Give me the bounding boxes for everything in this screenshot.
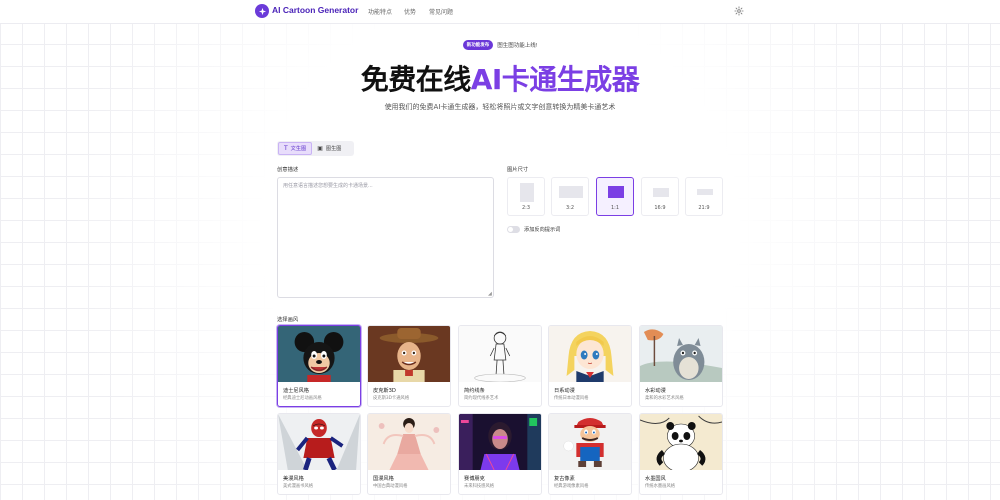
style-desc: 美式漫画书风格 xyxy=(283,484,314,489)
style-desc: 传统日本动漫风格 xyxy=(554,396,589,401)
style-card-ink-wash[interactable]: 水墨国风 传统水墨画风格 xyxy=(639,413,723,495)
style-desc: 皮克斯3D卡通风格 xyxy=(373,396,410,401)
prompt-label: 创意描述 xyxy=(277,167,299,173)
style-name: 赛博朋克 xyxy=(464,476,485,482)
ratio-preview xyxy=(653,188,669,197)
panda-thumbnail xyxy=(640,414,722,470)
ratio-preview xyxy=(520,183,534,202)
style-desc: 中国古典动漫风格 xyxy=(373,484,408,489)
mouse-character-thumbnail xyxy=(278,326,360,382)
size-option-3-2[interactable]: 3:2 xyxy=(551,177,589,216)
style-name: 水墨国风 xyxy=(645,476,666,482)
ratio-preview xyxy=(559,186,583,198)
style-desc: 未来科技感风格 xyxy=(464,484,495,489)
brand-name[interactable]: AI Cartoon Generator xyxy=(272,5,358,15)
ratio-label: 16:9 xyxy=(654,205,666,211)
size-option-2-3[interactable]: 2:3 xyxy=(507,177,545,216)
style-desc: 传统水墨画风格 xyxy=(645,484,676,489)
tab-image-to-image[interactable]: ▣ 图生图 xyxy=(312,142,346,155)
style-section-label: 选择画风 xyxy=(277,317,299,323)
ratio-label: 2:3 xyxy=(521,205,531,211)
gear-icon[interactable] xyxy=(734,6,744,16)
top-nav-bar: AI Cartoon Generator 功能特点 优势 常见问题 xyxy=(0,0,1000,24)
anime-girl-thumbnail xyxy=(549,326,631,382)
nav-advantages[interactable]: 优势 xyxy=(404,7,416,16)
style-name: 美漫风格 xyxy=(283,476,304,482)
image-icon: ▣ xyxy=(317,145,323,152)
style-name: 皮克斯3D xyxy=(373,388,396,394)
page-subtitle: 使用我们的免费AI卡通生成器，轻松将照片或文字创意转换为精美卡通艺术 xyxy=(384,103,616,111)
style-card-pixel[interactable]: 复古像素 经典游戏像素风格 xyxy=(548,413,632,495)
size-option-21-9[interactable]: 21:9 xyxy=(685,177,723,216)
plumber-thumbnail xyxy=(549,414,631,470)
tab-label: 图生图 xyxy=(325,146,342,152)
superhero-thumbnail xyxy=(278,414,360,470)
image-size-label: 图片尺寸 xyxy=(507,167,529,173)
brand-logo[interactable] xyxy=(255,4,269,18)
negative-prompt-toggle[interactable] xyxy=(507,226,520,233)
style-card-watercolor[interactable]: 水彩动漫 柔和的水彩艺术风格 xyxy=(639,325,723,407)
style-desc: 柔和的水彩艺术风格 xyxy=(645,396,684,401)
new-feature-badge: 新功能发布 xyxy=(462,40,494,50)
title-plain: 免费在线 xyxy=(360,63,472,96)
style-desc: 经典迪士尼动画风格 xyxy=(283,396,322,401)
ratio-label: 21:9 xyxy=(698,205,710,211)
ratio-preview xyxy=(608,186,624,198)
negative-prompt-label: 添加反向提示词 xyxy=(524,227,561,233)
size-option-1-1[interactable]: 1:1 xyxy=(596,177,634,216)
sparkle-icon xyxy=(258,7,266,15)
title-accent: AI卡通生成器 xyxy=(470,63,640,96)
line-art-thumbnail xyxy=(459,326,541,382)
size-option-16-9[interactable]: 16:9 xyxy=(641,177,679,216)
style-card-line-art[interactable]: 简约线条 简约现代线条艺术 xyxy=(458,325,542,407)
style-card-anime[interactable]: 日系动漫 传统日本动漫风格 xyxy=(548,325,632,407)
cyberpunk-thumbnail xyxy=(459,414,541,470)
text-icon: T xyxy=(284,145,288,152)
style-card-chinese-anime[interactable]: 国漫风格 中国古典动漫风格 xyxy=(367,413,451,495)
resize-handle-icon[interactable]: ◢ xyxy=(488,292,493,297)
style-name: 迪士尼风格 xyxy=(283,388,309,394)
style-name: 简约线条 xyxy=(464,388,485,394)
style-name: 国漫风格 xyxy=(373,476,394,482)
page: AI Cartoon Generator 功能特点 优势 常见问题 新功能发布 … xyxy=(0,0,1000,500)
style-card-pixar[interactable]: 皮克斯3D 皮克斯3D卡通风格 xyxy=(367,325,451,407)
ratio-preview xyxy=(697,189,713,195)
nav-features[interactable]: 功能特点 xyxy=(368,7,392,16)
ratio-label: 1:1 xyxy=(610,205,620,211)
nav-faq[interactable]: 常见问题 xyxy=(429,7,453,16)
ratio-label: 3:2 xyxy=(565,205,575,211)
cowboy-character-thumbnail xyxy=(368,326,450,382)
announcement-text: 图生图功能上线! xyxy=(497,43,538,49)
tab-text-to-image[interactable]: T 文生图 xyxy=(278,142,313,155)
style-name: 水彩动漫 xyxy=(645,388,666,394)
chinese-dancer-thumbnail xyxy=(368,414,450,470)
watercolor-creature-thumbnail xyxy=(640,326,722,382)
style-name: 复古像素 xyxy=(554,476,575,482)
prompt-input[interactable] xyxy=(277,177,494,298)
style-card-american-comic[interactable]: 美漫风格 美式漫画书风格 xyxy=(277,413,361,495)
style-card-disney[interactable]: 迪士尼风格 经典迪士尼动画风格 xyxy=(277,325,361,407)
style-desc: 简约现代线条艺术 xyxy=(464,396,499,401)
style-card-cyberpunk[interactable]: 赛博朋克 未来科技感风格 xyxy=(458,413,542,495)
mode-tabs: T 文生图 ▣ 图生图 xyxy=(277,141,354,156)
tab-label: 文生图 xyxy=(290,146,307,152)
style-name: 日系动漫 xyxy=(554,388,575,394)
style-desc: 经典游戏像素风格 xyxy=(554,484,589,489)
announcement: 新功能发布 图生图功能上线! xyxy=(0,40,1000,50)
page-title: 免费在线AI卡通生成器 xyxy=(0,58,1000,98)
